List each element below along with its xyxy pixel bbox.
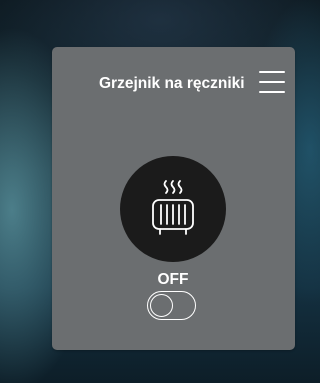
radiator-heat-icon[interactable]: [120, 156, 226, 262]
menu-line: [259, 71, 285, 73]
hamburger-menu-icon[interactable]: [258, 68, 286, 96]
power-state-label: OFF: [157, 271, 189, 288]
toggle-knob: [149, 293, 173, 317]
device-title: Grzejnik na ręczniki: [99, 75, 245, 92]
menu-line: [259, 81, 285, 83]
power-toggle[interactable]: [147, 291, 196, 320]
device-widget-card: Grzejnik na ręczniki OFF: [52, 47, 295, 350]
radiator-svg: [152, 180, 194, 235]
menu-line: [259, 91, 285, 93]
